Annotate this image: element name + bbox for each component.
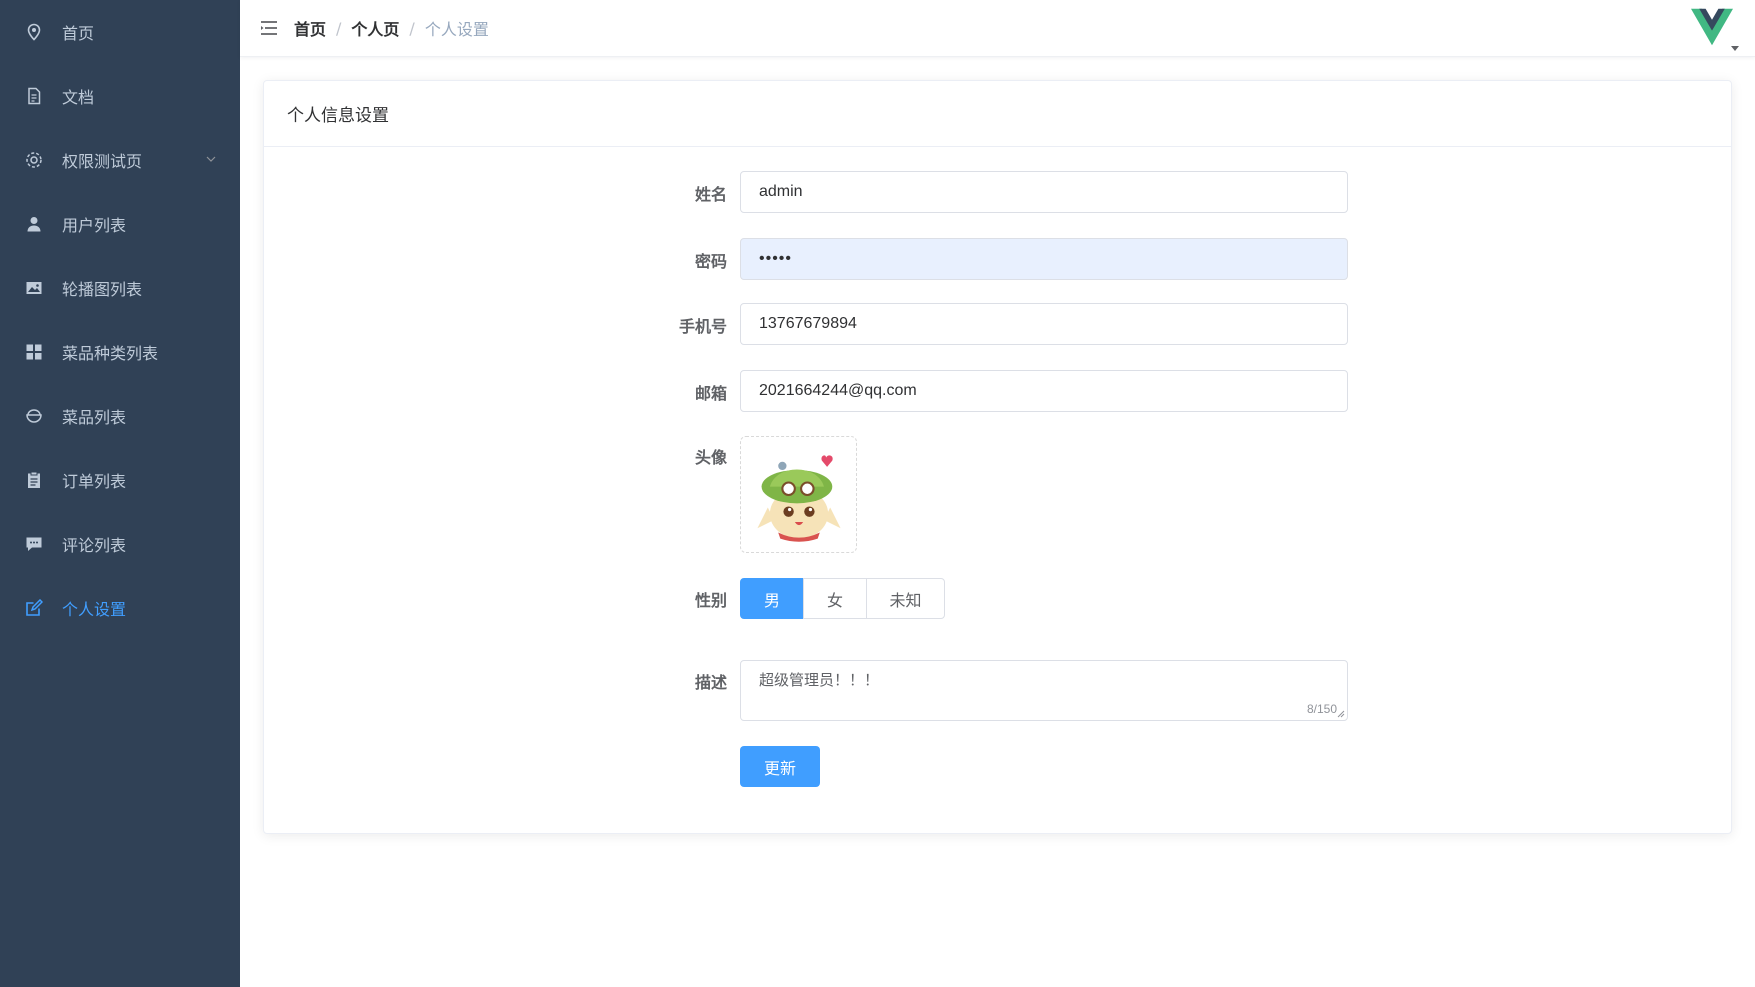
sidebar-item-label: 用户列表 bbox=[62, 216, 127, 235]
location-icon bbox=[24, 22, 44, 42]
password-input[interactable]: ••••• bbox=[740, 238, 1348, 280]
chevron-down-icon bbox=[206, 156, 216, 162]
breadcrumb-separator: / bbox=[409, 18, 415, 38]
breadcrumb: 首页 / 个人页 / 个人设置 bbox=[294, 16, 489, 40]
avatar-upload[interactable] bbox=[740, 436, 857, 553]
sidebar-item-docs[interactable]: 文档 bbox=[0, 64, 240, 128]
gender-option-male[interactable]: 男 bbox=[740, 578, 804, 619]
sidebar-item-home[interactable]: 首页 bbox=[0, 0, 240, 64]
hamburger-icon[interactable] bbox=[258, 17, 280, 39]
sidebar: 首页 文档 权限测试页 用户列表 轮播图列表 菜品种类列表 菜品列表 订单列表 … bbox=[0, 0, 240, 987]
name-label: 姓名 bbox=[694, 185, 727, 204]
breadcrumb-home[interactable]: 首页 bbox=[294, 16, 326, 40]
sidebar-item-label: 轮播图列表 bbox=[62, 280, 143, 299]
resize-handle-icon[interactable] bbox=[1337, 710, 1345, 718]
sidebar-item-label: 个人设置 bbox=[62, 600, 127, 619]
char-counter: 8/150 bbox=[1306, 702, 1337, 716]
sidebar-item-permission[interactable]: 权限测试页 bbox=[0, 128, 240, 192]
avatar-image bbox=[756, 454, 841, 542]
breadcrumb-profile[interactable]: 个人页 bbox=[351, 16, 399, 40]
sidebar-item-dish-category[interactable]: 菜品种类列表 bbox=[0, 320, 240, 384]
sidebar-item-label: 菜品列表 bbox=[62, 408, 127, 427]
description-label: 描述 bbox=[694, 673, 727, 692]
password-label: 密码 bbox=[694, 252, 727, 271]
gender-label: 性别 bbox=[694, 591, 727, 610]
vue-logo-icon bbox=[1691, 8, 1733, 46]
update-button[interactable]: 更新 bbox=[740, 746, 820, 787]
user-icon bbox=[24, 214, 44, 234]
sidebar-item-carousel[interactable]: 轮播图列表 bbox=[0, 256, 240, 320]
navbar: 首页 / 个人页 / 个人设置 bbox=[240, 0, 1755, 57]
sidebar-item-label: 权限测试页 bbox=[62, 152, 143, 171]
gear-icon bbox=[24, 150, 44, 170]
sidebar-item-label: 文档 bbox=[62, 88, 95, 107]
grid-icon bbox=[24, 342, 44, 362]
gender-radio-group: 男 女 未知 bbox=[740, 578, 945, 619]
bowl-icon bbox=[24, 406, 44, 426]
clipboard-icon bbox=[24, 470, 44, 490]
breadcrumb-current: 个人设置 bbox=[424, 20, 489, 39]
document-icon bbox=[24, 86, 44, 106]
email-input[interactable]: 2021664244@qq.com bbox=[740, 370, 1348, 412]
edit-icon bbox=[24, 598, 44, 618]
name-input[interactable]: admin bbox=[740, 171, 1348, 213]
email-label: 邮箱 bbox=[694, 384, 727, 403]
sidebar-item-dishes[interactable]: 菜品列表 bbox=[0, 384, 240, 448]
description-text: 超级管理员！！！ bbox=[759, 671, 880, 689]
sidebar-item-orders[interactable]: 订单列表 bbox=[0, 448, 240, 512]
comment-icon bbox=[24, 534, 44, 554]
sidebar-item-label: 菜品种类列表 bbox=[62, 344, 159, 363]
sidebar-item-comments[interactable]: 评论列表 bbox=[0, 512, 240, 576]
caret-down-icon bbox=[1731, 46, 1739, 51]
gender-option-unknown[interactable]: 未知 bbox=[866, 578, 945, 619]
sidebar-item-users[interactable]: 用户列表 bbox=[0, 192, 240, 256]
user-avatar-dropdown[interactable] bbox=[1689, 4, 1745, 54]
sidebar-item-personal-settings[interactable]: 个人设置 bbox=[0, 576, 240, 640]
card-title: 个人信息设置 bbox=[264, 81, 1731, 147]
picture-icon bbox=[24, 278, 44, 298]
phone-label: 手机号 bbox=[678, 317, 727, 336]
gender-option-female[interactable]: 女 bbox=[803, 578, 867, 619]
settings-card: 个人信息设置 姓名 admin 密码 ••••• 手机号 13767679894… bbox=[263, 80, 1732, 834]
phone-input[interactable]: 13767679894 bbox=[740, 303, 1348, 345]
sidebar-item-label: 订单列表 bbox=[62, 472, 127, 491]
avatar-label: 头像 bbox=[694, 448, 727, 467]
description-textarea[interactable]: 超级管理员！！！ 8/150 bbox=[740, 660, 1348, 721]
sidebar-item-label: 首页 bbox=[62, 24, 95, 43]
breadcrumb-separator: / bbox=[336, 18, 342, 38]
sidebar-item-label: 评论列表 bbox=[62, 536, 127, 555]
